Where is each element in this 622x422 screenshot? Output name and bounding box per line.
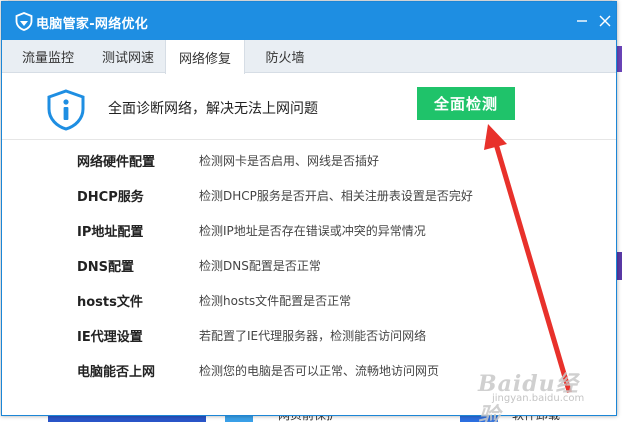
window-title: 电脑管家-网络优化 <box>36 17 149 32</box>
diagnosis-headline: 全面诊断网络，解决无法上网问题 <box>108 101 318 117</box>
item-name: 网络硬件配置 <box>77 155 156 170</box>
item-name: IP地址配置 <box>77 225 144 240</box>
minimize-icon <box>577 20 587 22</box>
watermark-url: jingyan.baidu.com <box>492 393 585 404</box>
item-description: 检测您的电脑是否可以正常、流畅地访问网页 <box>199 364 440 378</box>
tab-network-repair[interactable]: 网络修复 <box>165 40 245 74</box>
full-scan-button[interactable]: 全面检测 <box>417 87 515 120</box>
list-item: hosts文件 检测hosts文件配置是否正常 <box>2 282 616 317</box>
list-item: 网络硬件配置 检测网卡是否启用、网线是否插好 <box>2 142 616 177</box>
list-item: DNS配置 检测DNS配置是否正常 <box>2 247 616 282</box>
diagnosis-header: 全面诊断网络，解决无法上网问题 全面检测 <box>2 74 616 140</box>
tab-traffic-monitor[interactable]: 流量监控 <box>8 40 88 73</box>
baidu-watermark: Baidu经验 jingyan.baidu.com <box>478 366 598 422</box>
list-item: DHCP服务 检测DHCP服务是否开启、相关注册表设置是否完好 <box>2 177 616 212</box>
tab-bar: 流量监控 测试网速 网络修复 防火墙 <box>2 40 616 74</box>
item-description: 检测hosts文件配置是否正常 <box>199 294 352 308</box>
item-name: DHCP服务 <box>77 190 144 205</box>
title-bar[interactable]: 电脑管家-网络优化 <box>2 2 616 40</box>
item-name: DNS配置 <box>77 260 135 275</box>
list-item: IP地址配置 检测IP地址是否存在错误或冲突的异常情况 <box>2 212 616 247</box>
item-description: 若配置了IE代理服务器，检测能否访问网络 <box>199 329 427 343</box>
item-name: IE代理设置 <box>77 330 143 345</box>
item-description: 检测网卡是否启用、网线是否插好 <box>199 154 380 168</box>
network-optimize-window: 电脑管家-网络优化 流量监控 测试网速 网络修复 防火墙 全面诊断网络，解决无法… <box>1 1 617 416</box>
item-name: 电脑能否上网 <box>77 365 156 380</box>
shield-info-icon <box>47 89 85 131</box>
tab-speed-test[interactable]: 测试网速 <box>88 40 168 73</box>
item-description: 检测DHCP服务是否开启、相关注册表设置是否完好 <box>199 189 473 203</box>
close-icon <box>599 15 611 27</box>
item-description: 检测IP地址是否存在错误或冲突的异常情况 <box>199 224 426 238</box>
tab-firewall[interactable]: 防火墙 <box>245 40 325 73</box>
close-button[interactable] <box>595 11 615 31</box>
shield-logo-icon <box>15 12 33 31</box>
item-name: hosts文件 <box>77 295 143 310</box>
minimize-button[interactable] <box>572 11 592 31</box>
item-description: 检测DNS配置是否正常 <box>199 259 321 273</box>
list-item: IE代理设置 若配置了IE代理服务器，检测能否访问网络 <box>2 317 616 352</box>
